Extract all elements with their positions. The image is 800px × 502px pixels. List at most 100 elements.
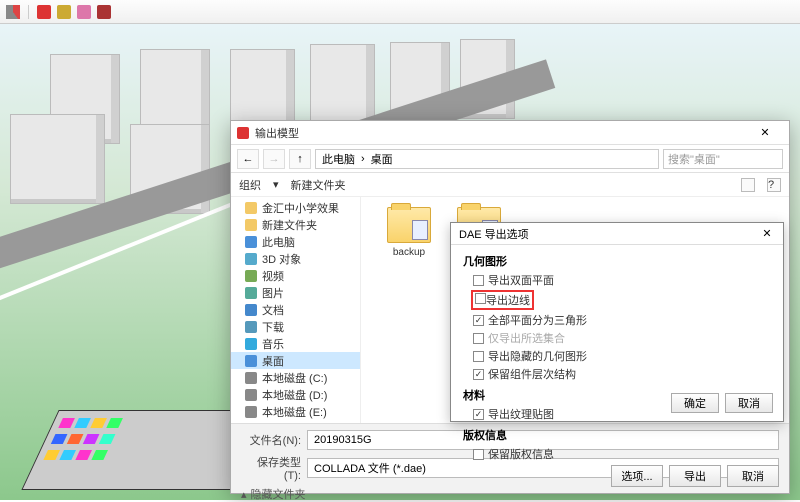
organize-bar: 组织▾ 新建文件夹 ? [231,173,789,197]
option-label: 导出边线 [486,295,530,307]
help-button[interactable]: ? [767,178,781,192]
options-titlebar[interactable]: DAE 导出选项 ✕ [451,223,783,245]
tree-label: 新建文件夹 [262,217,317,233]
tree-item[interactable]: 下载 [231,318,360,335]
tree-label: 文档 [262,302,284,318]
section-heading: 几何图形 [463,253,771,269]
disk-icon [245,389,257,401]
tree-item[interactable]: 文档 [231,301,360,318]
option-label: 导出双面平面 [488,272,554,288]
options-title: DAE 导出选项 [459,226,529,242]
cancel-button[interactable]: 取消 [727,465,779,487]
close-icon[interactable]: ✕ [747,123,783,143]
option-label: 仅导出所选集合 [488,330,565,346]
tree-label: 金汇中小学效果 [262,200,339,216]
option-row[interactable]: 导出边线 [463,289,771,311]
tree-item[interactable]: 本地磁盘 (D:) [231,386,360,403]
options-body: 几何图形导出双面平面导出边线✓全部平面分为三角形仅导出所选集合导出隐藏的几何图形… [451,245,783,463]
newfolder-button[interactable]: 新建文件夹 [291,177,346,193]
checkbox[interactable] [473,449,484,460]
folder-icon [387,207,431,243]
folder-name: backup [381,247,437,258]
tree-item[interactable]: 图片 [231,284,360,301]
folder-yellow-icon [245,219,257,231]
tree-label: 3D 对象 [262,251,301,267]
tree-item[interactable]: 3D 对象 [231,250,360,267]
crumb-1[interactable]: 桌面 [371,151,393,167]
section-heading: 版权信息 [463,427,771,443]
tree-item[interactable]: 音乐 [231,335,360,352]
options-dialog: DAE 导出选项 ✕ 几何图形导出双面平面导出边线✓全部平面分为三角形仅导出所选… [450,222,784,422]
ruby-red-icon[interactable] [37,5,51,19]
crumb-0[interactable]: 此电脑 [322,151,355,167]
ok-button[interactable]: 确定 [671,393,719,413]
breadcrumb[interactable]: 此电脑› 桌面 [315,149,659,169]
folder-item[interactable]: backup [381,207,437,258]
up-button[interactable]: ↑ [289,149,311,169]
checkbox[interactable]: ✓ [473,409,484,420]
doc-icon [245,304,257,316]
checkbox[interactable]: ✓ [473,315,484,326]
option-row: 仅导出所选集合 [463,329,771,347]
tree-label: 图片 [262,285,284,301]
checkbox[interactable] [473,351,484,362]
back-button[interactable]: ← [237,149,259,169]
music-icon [245,338,257,350]
ruby-pink-icon[interactable] [77,5,91,19]
checkbox[interactable] [475,293,486,304]
search-input[interactable]: 搜索"桌面" [663,149,783,169]
app-icon [237,127,249,139]
image-icon [245,287,257,299]
tree-label: 视频 [262,268,284,284]
export-titlebar[interactable]: 输出模型 ✕ [231,121,789,145]
option-label: 保留版权信息 [488,446,554,462]
ruby-dark-icon[interactable] [97,5,111,19]
option-label: 导出隐藏的几何图形 [488,348,587,364]
tree-label: 本地磁盘 (C:) [262,370,327,386]
filename-label: 文件名(N): [241,432,301,448]
checkbox[interactable]: ✓ [473,369,484,380]
tree-label: 音乐 [262,336,284,352]
cancel-button[interactable]: 取消 [725,393,773,413]
options-button[interactable]: 选项... [611,465,663,487]
main-toolbar [0,0,800,24]
export-button[interactable]: 导出 [669,465,721,487]
option-label: 导出纹理贴图 [488,406,554,422]
download-icon [245,321,257,333]
pc-icon [245,236,257,248]
folder-yellow-icon [245,202,257,214]
checkbox[interactable] [473,275,484,286]
tree-item[interactable]: 金汇中小学效果 [231,199,360,216]
tree-item[interactable]: 新建文件夹 [231,216,360,233]
organize-button[interactable]: 组织 [239,177,261,193]
scissors-icon[interactable] [6,5,20,19]
nav-bar: ← → ↑ 此电脑› 桌面 搜索"桌面" [231,145,789,173]
tree-label: 桌面 [262,353,284,369]
export-title: 输出模型 [255,125,299,141]
option-label: 保留组件层次结构 [488,366,576,382]
tree-item[interactable]: 本地磁盘 (E:) [231,403,360,420]
option-row[interactable]: 导出双面平面 [463,271,771,289]
tree-item[interactable]: 视频 [231,267,360,284]
disk-icon [245,372,257,384]
tree-item[interactable]: 本地磁盘 (C:) [231,369,360,386]
option-row[interactable]: 导出隐藏的几何图形 [463,347,771,365]
filetype-label: 保存类型(T): [241,454,301,482]
tree-label: 本地磁盘 (E:) [262,404,327,420]
option-row[interactable]: ✓ 全部平面分为三角形 [463,311,771,329]
video-icon [245,270,257,282]
cube-icon [245,253,257,265]
forward-button[interactable]: → [263,149,285,169]
option-row[interactable]: 保留版权信息 [463,445,771,463]
folder-tree[interactable]: 金汇中小学效果新建文件夹此电脑3D 对象视频图片文档下载音乐桌面本地磁盘 (C:… [231,197,361,423]
tree-label: 此电脑 [262,234,295,250]
option-row[interactable]: ✓ 保留组件层次结构 [463,365,771,383]
desktop-icon [245,355,257,367]
ruby-gold-icon[interactable] [57,5,71,19]
view-button[interactable] [741,178,755,192]
close-icon[interactable]: ✕ [759,227,775,240]
tree-item[interactable]: 桌面 [231,352,360,369]
checkbox [473,333,484,344]
option-label: 全部平面分为三角形 [488,312,587,328]
tree-item[interactable]: 此电脑 [231,233,360,250]
